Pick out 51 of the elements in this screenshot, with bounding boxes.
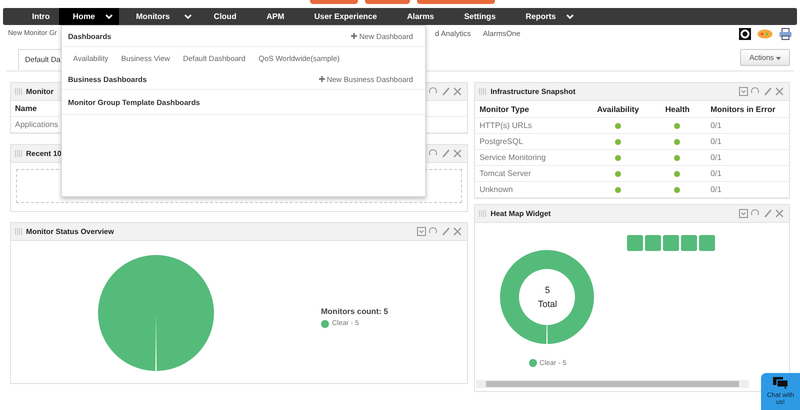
nav-item[interactable]: Home [58,8,120,25]
total-count: 5 [544,285,550,295]
caret-icon [776,57,781,60]
drag-handle-icon[interactable] [15,88,23,95]
drag-handle-icon[interactable] [15,228,23,235]
nav-item[interactable]: APM [257,8,294,25]
table-cell-text: Service Monitoring [479,153,547,162]
print-icon[interactable] [779,28,792,40]
total-label: Total [538,299,557,309]
chat-icon [772,376,788,390]
table-cell: Applications [15,120,58,129]
heatmap-cell[interactable] [645,235,662,251]
table-cell-text: HTTP(s) URLs [479,121,533,130]
heatmap-cell[interactable] [627,235,644,251]
column-header: Health [664,104,691,114]
column-header: Availability [596,104,640,114]
pie-legend-icon [321,320,329,328]
pie-legend-icon [528,359,537,367]
plus-icon [318,76,325,82]
drag-handle-icon[interactable] [15,150,23,157]
nav-item[interactable]: Alarms [398,8,444,25]
table-cell-text: Tomcat Server [479,169,532,178]
nav-item[interactable]: User Experience [305,8,386,25]
top-button[interactable] [365,0,410,4]
nav-item[interactable]: Intro [23,8,59,25]
widget-controls-icon[interactable] [417,227,462,236]
table-cell-text: 0/1 [709,121,723,130]
badge-icon[interactable] [757,28,773,38]
nav-item[interactable]: Monitors [127,8,201,25]
table-cell-text: 0/1 [709,153,723,162]
horizontal-scrollbar[interactable] [476,380,749,388]
heatmap-cell[interactable] [663,235,680,251]
column-header: Monitors in Error [709,104,776,114]
table-cell-text: Unknown [479,185,514,194]
widget-controls-icon[interactable] [739,87,783,96]
column-header: Monitor Type [479,104,530,114]
nav-item[interactable]: Settings [455,8,505,25]
monitors-count: Monitors count: 5 [321,306,388,316]
plus-icon [351,32,358,38]
heatmap-cell[interactable] [699,235,716,251]
nav-item[interactable]: Cloud [204,8,246,25]
table-cell-text: PostgreSQL [479,137,524,146]
widget-controls-icon[interactable] [739,209,783,218]
heatmap-cell[interactable] [681,235,698,251]
nav-item[interactable]: Reports [516,8,583,25]
column-header: Name [15,104,37,113]
settings-icon[interactable] [739,28,751,40]
table-cell-text: 0/1 [709,169,723,178]
table-cell-text: 0/1 [709,137,723,146]
table-cell-text: 0/1 [709,185,723,194]
top-button[interactable] [310,0,358,4]
